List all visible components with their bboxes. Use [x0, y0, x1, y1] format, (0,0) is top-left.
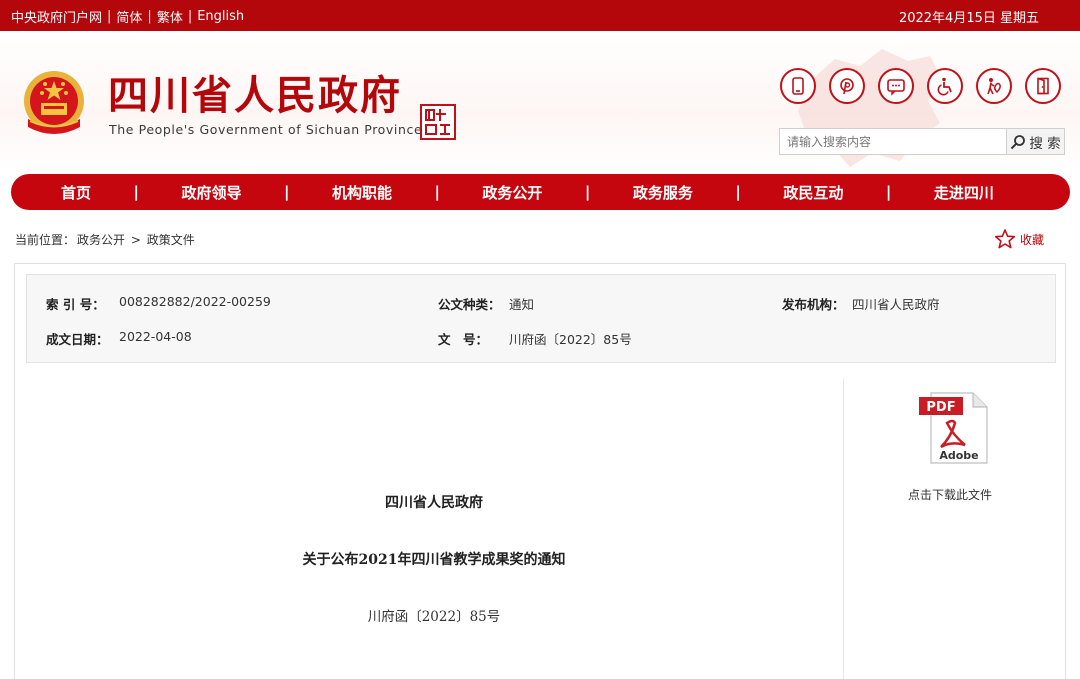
nav-item-services[interactable]: 政务服务	[633, 182, 693, 203]
index-value: 008282882/2022-00259	[119, 294, 271, 309]
header-icons	[780, 68, 1074, 104]
top-links: 中央政府门户网 | 简体 | 繁体 | English	[11, 7, 244, 26]
search-icon	[1011, 134, 1026, 149]
elder-care-icon[interactable]	[976, 68, 1012, 104]
link-traditional[interactable]: 繁体	[157, 7, 183, 26]
star-icon	[994, 229, 1016, 249]
doc-type-label: 公文种类：	[438, 297, 501, 312]
accessibility-icon[interactable]	[927, 68, 963, 104]
search-button-label: 搜 索	[1029, 135, 1061, 152]
nav-item-home[interactable]: 首页	[61, 182, 91, 203]
site-header: 四川省人民政府 The People's Government of Sichu…	[0, 31, 1080, 171]
search-box: 搜 索	[779, 128, 1065, 155]
breadcrumb-separator: >	[130, 233, 141, 247]
document-number: 川府函〔2022〕85号	[367, 609, 501, 625]
weibo-icon[interactable]	[829, 68, 865, 104]
index-label: 索 引 号：	[46, 297, 105, 312]
nav-separator: |	[133, 183, 139, 201]
download-file-link[interactable]: 点击下载此文件	[875, 486, 1025, 503]
site-subtitle: The People's Government of Sichuan Provi…	[109, 122, 423, 137]
document-title: 关于公布2021年四川省教学成果奖的通知	[302, 552, 566, 568]
breadcrumb-item[interactable]: 政务公开	[77, 233, 125, 247]
main-nav: 首页 | 政府领导 | 机构职能 | 政务公开 | 政务服务 | 政民互动 | …	[11, 174, 1070, 210]
nav-separator: |	[885, 183, 892, 201]
document-issuer: 四川省人民政府	[385, 495, 483, 511]
date-label: 成文日期：	[46, 332, 109, 347]
breadcrumb-label: 当前位置：	[15, 233, 76, 247]
publisher-label: 发布机构：	[782, 297, 845, 312]
national-emblem-icon[interactable]	[20, 69, 88, 141]
link-simplified[interactable]: 简体	[116, 7, 142, 26]
nav-separator: |	[735, 183, 741, 201]
divider: |	[147, 9, 152, 24]
date-value: 2022-04-08	[119, 329, 192, 344]
nav-item-functions[interactable]: 机构职能	[332, 182, 392, 203]
favorite-button[interactable]: 收藏	[994, 228, 1044, 250]
exit-icon[interactable]	[1025, 68, 1061, 104]
document-metadata: 索 引 号： 008282882/2022-00259 公文种类： 通知 发布机…	[26, 274, 1056, 363]
adobe-label: Adobe	[939, 449, 978, 462]
current-date: 2022年4月15日 星期五	[898, 11, 1039, 26]
nav-separator: |	[283, 183, 290, 201]
mobile-icon[interactable]	[780, 68, 816, 104]
breadcrumb: 当前位置： 政务公开 > 政策文件	[15, 231, 197, 248]
top-bar: 中央政府门户网 | 简体 | 繁体 | English 2022年4月15日 星…	[0, 0, 1080, 31]
nav-separator: |	[584, 183, 591, 201]
link-english[interactable]: English	[197, 9, 244, 24]
sidebar-divider	[843, 379, 844, 679]
pdf-label: PDF	[926, 400, 955, 415]
nav-item-leaders[interactable]: 政府领导	[181, 182, 241, 203]
doc-number-label: 文 号：	[438, 332, 489, 347]
site-title[interactable]: 四川省人民政府	[108, 73, 402, 119]
nav-separator: |	[434, 183, 440, 201]
seal-logo-icon	[420, 104, 456, 140]
pdf-download-icon[interactable]: PDF Adobe	[917, 391, 991, 465]
link-central-gov[interactable]: 中央政府门户网	[11, 7, 102, 26]
nav-item-open-gov[interactable]: 政务公开	[482, 182, 542, 203]
divider: |	[187, 9, 193, 24]
doc-number-value: 川府函〔2022〕85号	[509, 332, 632, 347]
doc-type-value: 通知	[509, 297, 535, 312]
search-button[interactable]: 搜 索	[1006, 129, 1064, 154]
publisher-value: 四川省人民政府	[852, 297, 940, 312]
breadcrumb-item[interactable]: 政策文件	[147, 233, 195, 247]
article-container: 索 引 号： 008282882/2022-00259 公文种类： 通知 发布机…	[14, 263, 1066, 679]
nav-item-about-sichuan[interactable]: 走进四川	[934, 182, 994, 203]
search-input[interactable]	[780, 129, 1006, 154]
wechat-icon[interactable]	[878, 68, 914, 104]
favorite-label: 收藏	[1020, 232, 1045, 247]
divider: |	[107, 9, 112, 24]
nav-item-interaction[interactable]: 政民互动	[783, 182, 843, 203]
